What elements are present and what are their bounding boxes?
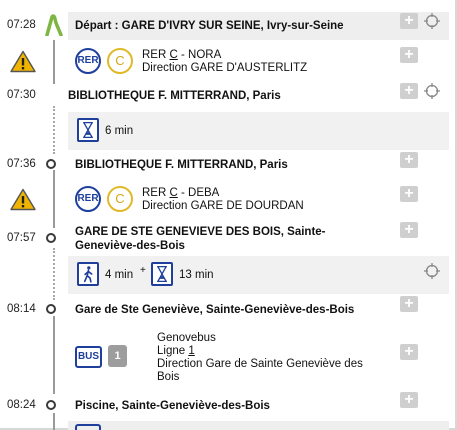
rer-line-label: RER C - DEBA	[142, 187, 304, 200]
bus-network: Genovebus	[157, 332, 216, 344]
transfer-dashed-line	[53, 248, 55, 300]
walk-icon	[77, 262, 99, 286]
itinerary-panel: 07:28 Départ : GARE D'IVRY SUR SEINE, Iv…	[0, 0, 457, 430]
target-icon[interactable]	[423, 12, 441, 30]
bus-direction: Direction Gare de Sainte Geneviève des B…	[157, 358, 363, 383]
add-button[interactable]: +	[400, 186, 418, 202]
next-section	[68, 421, 449, 430]
stop-marker	[46, 400, 56, 410]
hourglass-icon	[151, 262, 173, 286]
stop-marker	[46, 304, 56, 314]
line-c-icon: C	[107, 186, 133, 212]
plus-sign: +	[140, 265, 146, 276]
warning-icon[interactable]	[10, 50, 36, 73]
departure-stop-name: Départ : GARE D'IVRY SUR SEINE, Ivry-sur…	[75, 20, 344, 32]
rer-icon: RER	[75, 186, 101, 212]
stop-time: 07:30	[7, 89, 36, 101]
route-line	[53, 413, 55, 430]
stop-name-line-1: GARE DE STE GENEVIEVE DES BOIS, Sainte-	[75, 226, 326, 238]
wait-duration: 6 min	[105, 125, 134, 137]
bus-line-label: Ligne 1	[157, 345, 387, 358]
rer-mode-label: RER	[142, 187, 167, 199]
wait-duration: 13 min	[179, 269, 214, 281]
rer-icon: RER	[75, 48, 101, 74]
rer-line-code: C	[169, 187, 178, 199]
add-button[interactable]: +	[400, 344, 418, 360]
rer-line-code: C	[169, 49, 178, 61]
stop-name-line-2: Geneviève-des-Bois	[75, 240, 185, 252]
rer-section-info: RER C - NORA Direction GARE D'AUSTERLITZ	[142, 49, 307, 75]
add-button[interactable]: +	[400, 47, 418, 63]
rer-mission: - NORA	[177, 49, 222, 61]
add-button[interactable]: +	[400, 83, 418, 99]
stop-marker	[46, 233, 56, 243]
next-section-icon	[75, 424, 101, 430]
bus-icon: BUS	[75, 346, 102, 368]
rer-direction: Direction GARE DE DOURDAN	[142, 200, 304, 212]
route-line	[53, 170, 55, 228]
start-flag-icon	[45, 14, 63, 36]
walk-duration: 4 min	[105, 269, 134, 281]
target-icon[interactable]	[423, 262, 441, 280]
rer-direction: Direction GARE D'AUSTERLITZ	[142, 62, 308, 74]
rer-line-label: RER C - NORA	[142, 49, 307, 62]
stop-name: BIBLIOTHEQUE F. MITTERRAND, Paris	[75, 159, 288, 171]
stop-name: Piscine, Sainte-Geneviève-des-Bois	[75, 400, 270, 412]
route-line	[53, 40, 55, 84]
add-button[interactable]: +	[400, 296, 418, 312]
bus-line-number: 1	[188, 345, 195, 357]
bus-line-prefix: Ligne	[157, 345, 189, 357]
line-c-icon: C	[107, 48, 133, 74]
rer-mode-label: RER	[142, 49, 167, 61]
add-button[interactable]: +	[400, 13, 418, 29]
bus-line-badge: 1	[108, 345, 127, 367]
stop-marker	[46, 159, 56, 169]
stop-time: 08:14	[7, 303, 36, 315]
rer-mission: - DEBA	[177, 187, 220, 199]
stop-name: BIBLIOTHEQUE F. MITTERRAND, Paris	[68, 90, 281, 102]
stop-time: 08:24	[7, 399, 36, 411]
transfer-dashed-line	[53, 106, 55, 154]
add-button[interactable]: +	[400, 392, 418, 408]
bus-section-info: Genovebus Ligne 1 Direction Gare de Sain…	[157, 332, 387, 384]
route-line	[53, 316, 55, 394]
stop-time: 07:36	[7, 158, 36, 170]
add-button[interactable]: +	[400, 222, 418, 238]
warning-icon[interactable]	[10, 188, 36, 211]
stop-name: Gare de Ste Geneviève, Sainte-Geneviève-…	[75, 304, 355, 316]
stop-name: GARE DE STE GENEVIEVE DES BOIS, Sainte- …	[75, 225, 326, 253]
rer-section-info: RER C - DEBA Direction GARE DE DOURDAN	[142, 187, 304, 213]
target-icon[interactable]	[423, 82, 441, 100]
add-button[interactable]: +	[400, 152, 418, 168]
departure-time: 07:28	[7, 19, 36, 31]
hourglass-icon	[77, 118, 99, 142]
stop-time: 07:57	[7, 232, 36, 244]
